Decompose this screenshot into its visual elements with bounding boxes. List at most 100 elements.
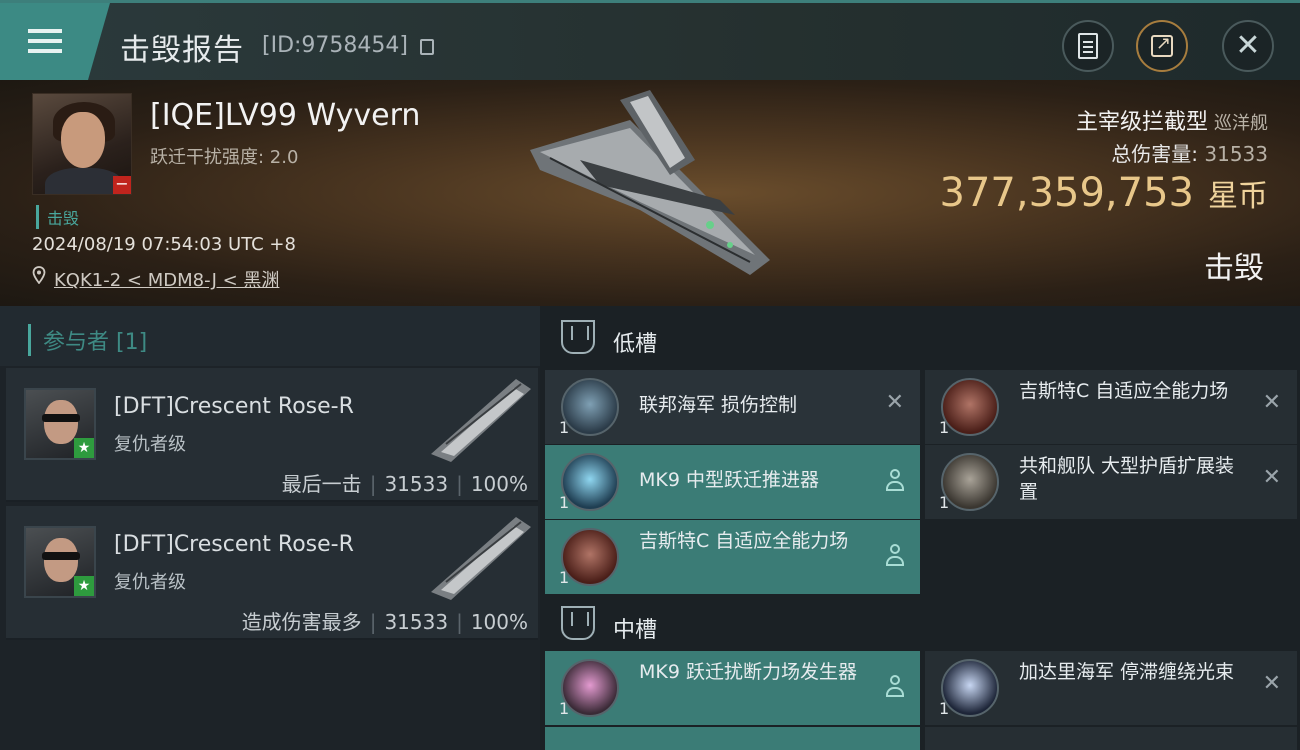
module-name: 加达里海军 停滞缠绕光束	[1019, 661, 1235, 683]
victim-ship-image[interactable]	[520, 90, 790, 290]
avatar-face	[44, 400, 78, 444]
module-qty: 1	[939, 699, 950, 718]
participant-stats: 造成伤害最多 | 31533 | 100%	[242, 606, 528, 635]
module-qty: 1	[939, 418, 950, 437]
isk-amount: 377,359,753	[939, 170, 1194, 216]
separator: |	[369, 610, 377, 634]
avatar[interactable]: ★	[24, 526, 96, 598]
hostile-status-icon: −	[113, 176, 131, 194]
participant-ship-image[interactable]	[426, 374, 536, 464]
participants-panel: 参与者 [1] ★ [DFT]Crescent Rose-R 复仇者级 最后一击…	[0, 306, 540, 750]
shield-extender-icon	[941, 453, 999, 511]
clipboard-icon	[1078, 33, 1098, 59]
module-name: MK9 跃迁扰断力场发生器	[639, 661, 857, 683]
module-name: 吉斯特C 自适应全能力场	[1019, 380, 1229, 402]
participant-name[interactable]: [DFT]Crescent Rose-R	[114, 532, 354, 557]
stasis-webifier-icon	[941, 659, 999, 717]
hamburger-icon-bar	[28, 39, 62, 43]
location-link[interactable]: KQK1-2 < MDM8-J < 黑渊	[54, 266, 279, 292]
separator: |	[369, 472, 377, 496]
location-pin-icon	[32, 266, 46, 284]
avatar-shades	[42, 414, 80, 422]
hamburger-icon-bar	[28, 49, 62, 53]
avatar[interactable]: ★	[24, 388, 96, 460]
total-damage-label: 总伤害量:	[1111, 142, 1199, 166]
participant-percent: 100%	[470, 610, 528, 634]
mid-slot-header: 中槽	[545, 594, 920, 654]
module-row[interactable]: 1 联邦海军 损伤控制 ✕	[545, 370, 920, 444]
portrait-body	[45, 168, 123, 194]
mid-slot-icon	[561, 606, 595, 640]
ship-type: 巡洋舰	[1214, 113, 1268, 134]
participant-role: 最后一击	[281, 472, 362, 496]
warp-disruptor-icon	[561, 659, 619, 717]
module-qty: 1	[559, 418, 570, 437]
module-name: 共和舰队 大型护盾扩展装置	[1019, 455, 1235, 503]
icon-head	[890, 544, 900, 554]
participants-header: 参与者 [1]	[0, 306, 540, 366]
destroyed-icon: ✕	[1262, 671, 1281, 696]
close-button[interactable]: ✕	[1222, 20, 1274, 72]
participant-damage: 31533	[384, 472, 449, 496]
portrait-face	[61, 112, 105, 168]
dropped-person-icon	[886, 675, 904, 699]
fittings-panel: 低槽 1 联邦海军 损伤控制 ✕ 1 吉斯特C 自适应全能力场 ✕ 1 MK9 …	[540, 306, 1300, 750]
mid-slot-label: 中槽	[613, 618, 658, 643]
module-row[interactable]: 1 MK9 中型跃迁推进器	[545, 445, 920, 519]
kill-id: [ID:9758454]	[262, 33, 408, 58]
menu-button[interactable]	[0, 3, 110, 80]
kill-status: 击毁	[1204, 251, 1264, 286]
separator: |	[456, 610, 463, 634]
isk-value: 377,359,753 星币	[940, 170, 1268, 216]
participant-stats: 最后一击 | 31533 | 100%	[282, 468, 528, 497]
destroyed-tag: 击毁	[36, 205, 79, 229]
report-button[interactable]	[1062, 20, 1114, 72]
victim-pilot-name[interactable]: [IQE]LV99 Wyvern	[150, 98, 420, 133]
module-name: MK9 中型跃迁推进器	[639, 469, 819, 491]
avatar-face	[44, 538, 78, 582]
participants-title: 参与者 [1]	[28, 324, 147, 356]
dropped-person-icon	[886, 544, 904, 568]
participant-row[interactable]: ★ [DFT]Crescent Rose-R 复仇者级 最后一击 | 31533 | 1…	[6, 368, 538, 502]
participant-role: 造成伤害最多	[241, 610, 362, 634]
hamburger-icon	[28, 29, 62, 33]
ship-class: 主宰级拦截型 巡洋舰	[1076, 104, 1268, 136]
share-button[interactable]	[1136, 20, 1188, 72]
isk-unit: 星币	[1208, 179, 1268, 214]
module-qty: 1	[559, 568, 570, 587]
module-qty: 1	[559, 493, 570, 512]
icon-body	[886, 687, 904, 697]
participant-ship: 复仇者级	[114, 434, 186, 455]
adaptive-field-icon	[941, 378, 999, 436]
ship-class-name: 主宰级拦截型	[1075, 110, 1208, 135]
icon-head	[890, 675, 900, 685]
module-row[interactable]: 1 加达里海军 停滞缠绕光束 ✕	[925, 651, 1297, 725]
victim-summary: − [IQE]LV99 Wyvern 跃迁干扰强度: 2.0 击毁 2024/0…	[0, 80, 1300, 306]
destroyed-icon: ✕	[1262, 390, 1281, 415]
copy-icon[interactable]	[420, 39, 434, 55]
module-row[interactable]	[545, 727, 920, 750]
warp-strength: 跃迁干扰强度: 2.0	[150, 147, 299, 168]
adaptive-field-icon	[561, 528, 619, 586]
star-icon: ★	[74, 438, 94, 458]
participant-ship: 复仇者级	[114, 572, 186, 593]
separator: |	[456, 472, 463, 496]
module-row[interactable]: 1 吉斯特C 自适应全能力场 ✕	[925, 370, 1297, 444]
module-row[interactable]: 1 MK9 跃迁扰断力场发生器	[545, 651, 920, 725]
module-row[interactable]	[925, 727, 1297, 750]
participant-name[interactable]: [DFT]Crescent Rose-R	[114, 394, 354, 419]
icon-body	[886, 481, 904, 491]
victim-portrait[interactable]: −	[32, 93, 132, 195]
participant-damage: 31533	[384, 610, 449, 634]
icon-head	[890, 469, 900, 479]
module-qty: 1	[559, 699, 570, 718]
afterburner-icon	[561, 453, 619, 511]
module-row[interactable]: 1 吉斯特C 自适应全能力场	[545, 520, 920, 594]
module-row[interactable]: 1 共和舰队 大型护盾扩展装置 ✕	[925, 445, 1297, 519]
damage-control-icon	[561, 378, 619, 436]
external-link-icon	[1151, 33, 1173, 57]
module-name: 联邦海军 损伤控制	[639, 394, 798, 416]
low-slot-header: 低槽	[545, 308, 920, 368]
participant-row[interactable]: ★ [DFT]Crescent Rose-R 复仇者级 造成伤害最多 | 31533…	[6, 506, 538, 640]
participant-ship-image[interactable]	[426, 512, 536, 602]
